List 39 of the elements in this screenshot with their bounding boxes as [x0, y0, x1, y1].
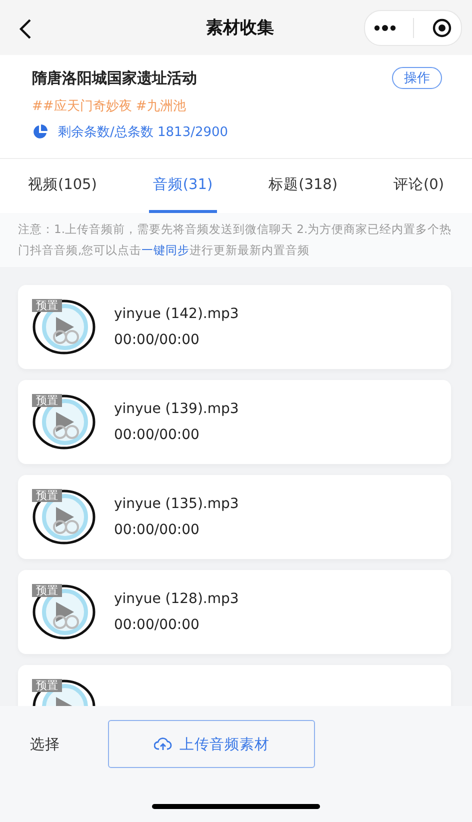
tab[interactable]: 标题(318)	[264, 159, 342, 213]
preset-label: 预置	[32, 584, 62, 597]
music-disc-icon	[32, 299, 96, 355]
audio-card[interactable]: 预置 yinyue (139).mp3 00:00/00:00	[18, 380, 451, 464]
audio-card[interactable]: 预置 yinyue (135).mp3 00:00/00:00	[18, 475, 451, 559]
preset-label: 预置	[32, 679, 62, 692]
close-target-icon[interactable]	[432, 18, 452, 38]
pie-chart-icon	[32, 124, 48, 140]
preset-label: 预置	[32, 394, 62, 407]
preset-label: 预置	[32, 489, 62, 502]
page-title: 素材收集	[206, 17, 274, 39]
select-button[interactable]: 选择	[30, 734, 60, 754]
play-time: 00:00/00:00	[114, 617, 200, 633]
play-time: 00:00/00:00	[114, 522, 200, 538]
quota-text: 剩余条数/总条数 1813/2900	[58, 124, 228, 141]
preset-label: 预置	[32, 299, 62, 312]
capsule-menu[interactable]	[364, 10, 462, 46]
file-name: yinyue (139).mp3	[114, 401, 239, 417]
tab[interactable]: 评论(0)	[389, 159, 448, 213]
music-disc-icon	[32, 584, 96, 640]
tab[interactable]: 视频(105)	[24, 159, 101, 213]
file-name: yinyue (135).mp3	[114, 496, 239, 512]
music-disc-icon	[32, 394, 96, 450]
activity-tags: ##应天门奇妙夜 #九洲池	[32, 97, 442, 115]
notice-text: 注意：1.上传音频前，需要先将音频发送到微信聊天 2.为方便商家已经内置多个热门抖音音频,您可以点击一键同步进行更新最新内置音频	[18, 221, 453, 259]
audio-card[interactable]: 预置 yinyue (142).mp3 00:00/00:00	[18, 285, 451, 369]
play-time: 00:00/00:00	[114, 427, 200, 443]
activity-title: 隋唐洛阳城国家遗址活动	[32, 68, 197, 88]
audio-card[interactable]: 预置 yinyue (128).mp3 00:00/00:00	[18, 570, 451, 654]
back-icon[interactable]	[18, 18, 32, 40]
file-name: yinyue (142).mp3	[114, 306, 239, 322]
play-time: 00:00/00:00	[114, 332, 200, 348]
more-icon[interactable]	[374, 24, 396, 32]
cloud-upload-icon	[154, 737, 172, 751]
upload-button[interactable]: 上传音频素材	[108, 720, 315, 768]
sync-link[interactable]: 一键同步	[142, 243, 190, 257]
action-button[interactable]: 操作	[392, 67, 442, 89]
file-name: yinyue (128).mp3	[114, 591, 239, 607]
music-disc-icon	[32, 489, 96, 545]
